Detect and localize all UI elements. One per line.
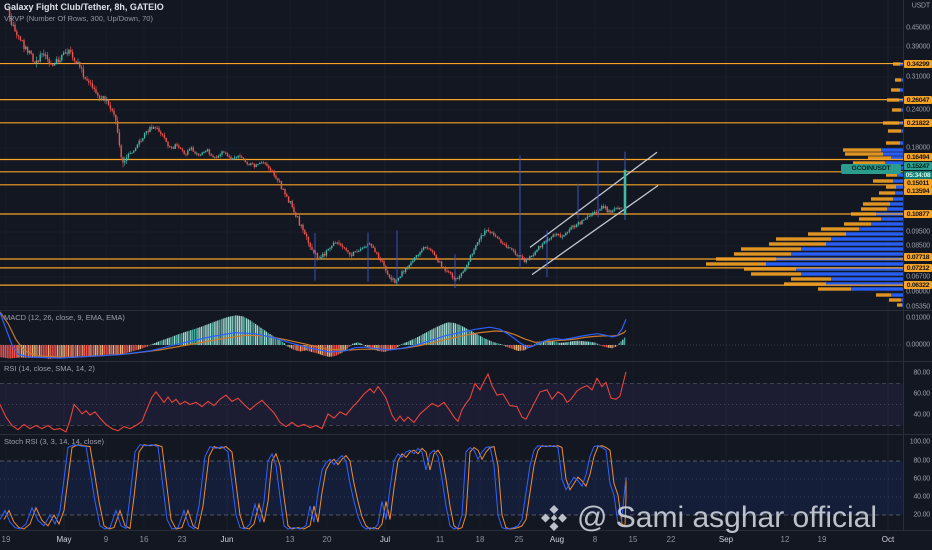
level-price-label: 0.15011 [904, 179, 932, 187]
rsi-legend[interactable]: RSI (14, close, SMA, 14, 2) [4, 364, 95, 373]
time-tick-label: 8 [592, 535, 598, 544]
price-axis[interactable]: USDT 0.15247 05:34:08 0.45000 0.39000 0.31… [904, 0, 932, 530]
time-tick-label: 19 [1, 535, 11, 544]
trading-chart-window: Galaxy Fight Club/Tether, 8h, GATEIO VRV… [0, 0, 932, 550]
price-axis-currency: USDT [911, 2, 930, 10]
time-tick-label: Sep [718, 535, 734, 544]
binance-diamond-icon [541, 505, 567, 531]
price-tick-label: 0.08500 [906, 242, 930, 250]
price-line-symbol-tag: GCOINUSDT [841, 164, 901, 174]
level-price-label: 0.07718 [904, 253, 932, 261]
time-tick-label: 9 [103, 535, 109, 544]
time-tick-label: 13 [285, 535, 295, 544]
time-tick-label: Aug [549, 535, 565, 544]
time-tick-label: 15 [628, 535, 638, 544]
time-tick-label: 20 [322, 535, 332, 544]
time-tick-label: Oct [881, 535, 895, 544]
watermark: @ Sami asghar official [540, 500, 877, 536]
price-tick-label: 0.31000 [906, 73, 930, 81]
last-candle [623, 151, 627, 220]
time-tick-label: May [56, 535, 72, 544]
support-resistance-levels [0, 62, 903, 286]
price-tick-label: 0.39000 [906, 43, 930, 51]
chart-canvas[interactable] [0, 0, 932, 550]
candles-layer [5, 6, 623, 286]
indicator-tick-label: 20.00 [913, 511, 930, 519]
time-tick-label: 16 [139, 535, 149, 544]
stoch-rsi-legend[interactable]: Stoch RSI (3, 3, 14, 14, close) [4, 437, 104, 446]
level-price-label: 0.21822 [904, 119, 932, 127]
level-price-label: 0.26047 [904, 96, 932, 104]
indicator-tick-label: 0.00000 [906, 341, 930, 349]
indicator-tick-label: 40.00 [913, 411, 930, 419]
price-tick-label: 0.18000 [906, 144, 930, 152]
time-tick-label: 18 [475, 535, 485, 544]
indicator-tick-label: 60.00 [913, 390, 930, 398]
indicator-tick-label: 100.00 [909, 438, 930, 446]
watermark-text: @ Sami asghar official [577, 501, 878, 534]
indicator-tick-label: 80.00 [913, 369, 930, 377]
price-tick-label: 0.06000 [906, 288, 930, 296]
macd-legend[interactable]: MACD (12, 26, close, 9, EMA, EMA) [4, 313, 125, 322]
price-tick-label: 0.05350 [906, 303, 930, 311]
time-tick-label: 11 [435, 535, 445, 544]
bar-countdown-label: 05:34:08 [904, 171, 932, 179]
indicator-tick-label: 40.00 [913, 493, 930, 501]
level-price-label: 0.16494 [904, 153, 932, 161]
price-tick-label: 0.45000 [906, 24, 930, 32]
time-tick-label: Jun [220, 535, 234, 544]
time-tick-label: 22 [666, 535, 676, 544]
indicator-tick-label: 80.00 [913, 457, 930, 465]
price-tick-label: 0.06700 [906, 273, 930, 281]
time-tick-label: 19 [817, 535, 827, 544]
time-tick-label: 23 [177, 535, 187, 544]
current-price-label: 0.15247 [904, 162, 932, 170]
price-tick-label: 0.24000 [906, 106, 930, 114]
indicator-tick-label: 60.00 [913, 475, 930, 483]
level-price-label: 0.10877 [904, 210, 932, 218]
level-price-label: 0.07212 [904, 264, 932, 272]
price-tick-label: 0.09500 [906, 228, 930, 236]
level-price-label: 0.06322 [904, 281, 932, 289]
indicator-bands [0, 344, 903, 516]
time-tick-label: 12 [780, 535, 790, 544]
time-tick-label: 25 [514, 535, 524, 544]
indicator-tick-label: 0.01000 [906, 314, 930, 322]
time-tick-label: Jul [379, 535, 391, 544]
level-price-label: 0.13594 [904, 187, 932, 195]
level-price-label: 0.34299 [904, 60, 932, 68]
